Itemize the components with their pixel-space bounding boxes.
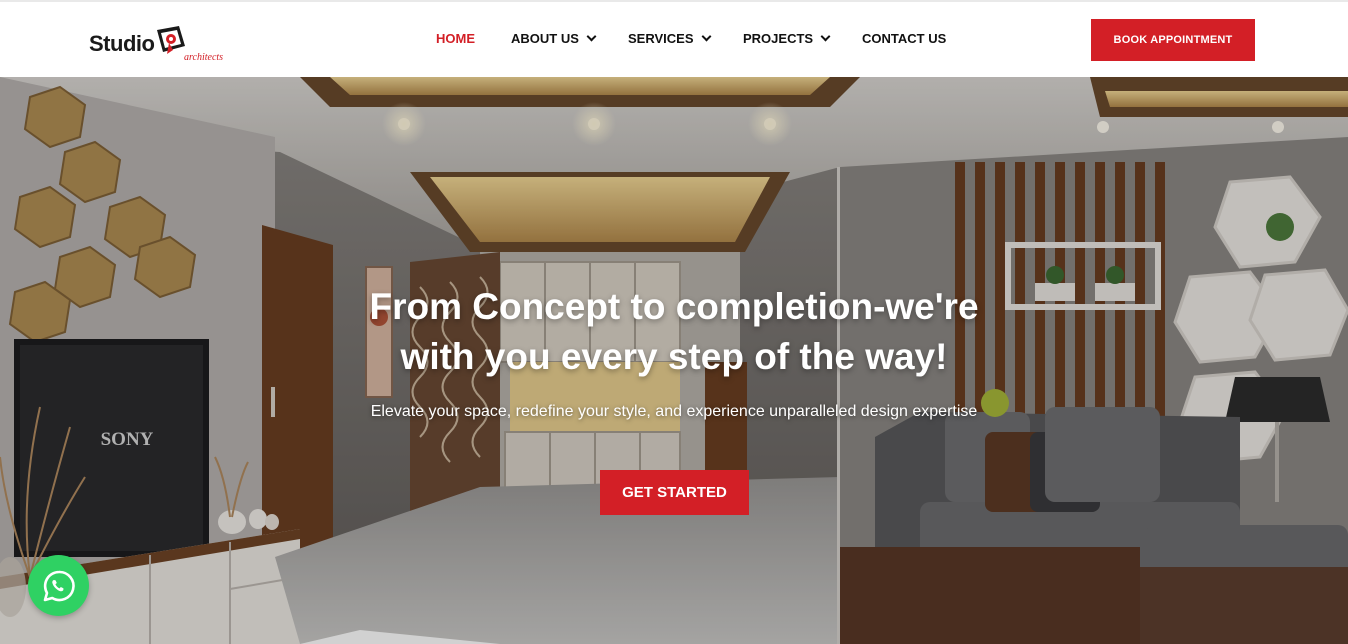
hero-section: SONY From Concept to completion-we're wi…	[0, 77, 1348, 644]
whatsapp-button[interactable]	[28, 555, 89, 616]
get-started-button[interactable]: GET STARTED	[600, 470, 749, 515]
nav-projects-label: PROJECTS	[743, 31, 814, 46]
book-appointment-button[interactable]: BOOK APPOINTMENT	[1091, 19, 1255, 61]
nav-projects[interactable]: PROJECTS	[743, 31, 831, 46]
chevron-down-icon	[701, 31, 711, 42]
hero-subtitle: Elevate your space, redefine your style,…	[370, 403, 978, 420]
hero-title-line2: with you every step of the way!	[400, 336, 948, 377]
nav-home[interactable]: HOME	[436, 31, 475, 46]
nav-services-label: SERVICES	[628, 31, 694, 46]
nav-about-us-label: ABOUT US	[511, 31, 579, 46]
brand-tagline: architects	[184, 52, 224, 63]
nav-about-us[interactable]: ABOUT US	[511, 31, 597, 46]
hero-title: From Concept to completion-we're with yo…	[300, 282, 1048, 382]
nav-home-label: HOME	[436, 31, 475, 46]
nav-contact-us-label: CONTACT US	[862, 31, 947, 46]
chevron-down-icon	[820, 31, 831, 42]
nav-contact-us[interactable]: CONTACT US	[862, 31, 946, 46]
hero-title-line1: From Concept to completion-we're	[369, 286, 979, 327]
site-header: Studio architects HOME ABOUT US SERVICES…	[0, 2, 1348, 77]
whatsapp-icon	[43, 570, 75, 601]
nav-services[interactable]: SERVICES	[628, 31, 711, 46]
chevron-down-icon	[586, 31, 597, 42]
